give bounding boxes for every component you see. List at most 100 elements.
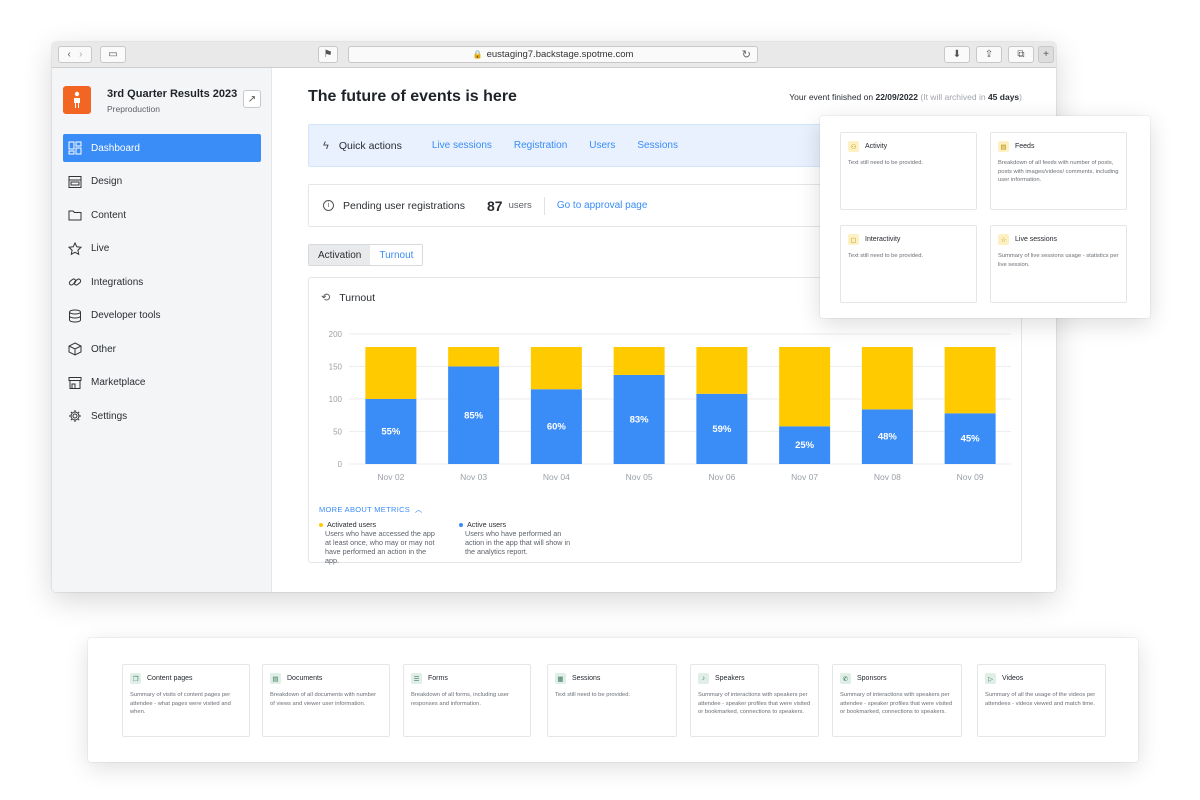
x-tick-label: Nov 02	[377, 472, 404, 482]
chevron-up-icon: ︿	[412, 505, 423, 514]
card-title: Sponsors	[857, 675, 887, 682]
sidebar-item-developer-tools[interactable]: Developer tools	[63, 302, 261, 330]
metric-card-live-sessions[interactable]: ☆ Live sessions Summary of live sessions …	[990, 225, 1127, 303]
tab-activation[interactable]: Activation	[309, 245, 371, 265]
card-desc: Text still need to be provided.	[848, 253, 924, 259]
card-desc: Breakdown of all documents with number o…	[270, 692, 377, 707]
bar-data-label: 85%	[464, 410, 484, 421]
turnout-icon: ⟲	[321, 292, 331, 304]
card-title: Content pages	[147, 675, 193, 682]
bar-segment	[613, 347, 665, 375]
download-button[interactable]: ⬇	[944, 46, 970, 63]
tabs-button[interactable]: ⧉	[1008, 46, 1034, 63]
sidebar-item-dashboard[interactable]: Dashboard	[63, 134, 261, 162]
sidebar-item-label: Design	[91, 176, 123, 187]
reload-icon[interactable]: ↻	[742, 48, 751, 61]
card-title: Documents	[287, 675, 323, 682]
sidebar: 3rd Quarter Results 2023 Preproduction ↗…	[52, 68, 272, 592]
metric-card-activity[interactable]: ⚇ Activity Text still need to be provided…	[840, 132, 977, 210]
y-tick-label: 150	[329, 363, 343, 372]
sidebar-toggle-button[interactable]: ▭	[100, 46, 126, 63]
card-title: Interactivity	[865, 236, 901, 243]
page-title: The future of events is here	[308, 88, 517, 105]
lock-icon: 🔒	[472, 50, 483, 59]
x-tick-label: Nov 06	[708, 472, 735, 482]
quick-actions-label: Quick actions	[338, 139, 402, 152]
sidebar-item-content[interactable]: Content	[63, 201, 261, 229]
archive-note-suffix: )	[1019, 92, 1022, 102]
extension-icon: ⚑	[323, 49, 333, 60]
x-tick-label: Nov 05	[626, 472, 653, 482]
share-button[interactable]: ⇪	[976, 46, 1002, 63]
quick-link-registration[interactable]: Registration	[514, 140, 567, 151]
share-icon: ⇪	[984, 49, 994, 60]
extension-button[interactable]: ⚑	[318, 46, 338, 63]
card-desc: Summary of all the usage of the videos p…	[985, 692, 1096, 707]
metric-card-documents[interactable]: ▤ Documents Breakdown of all documents wi…	[262, 664, 390, 737]
bar-segment	[448, 347, 500, 367]
quick-link-users[interactable]: Users	[589, 140, 615, 151]
turnout-card: ⟲ Turnout 0 50 100 150 200 55% Nov 02 85% Nov 03…	[308, 277, 1022, 565]
tabs-icon: ⧉	[1017, 49, 1025, 60]
metric-card-sponsors[interactable]: ✆ Sponsors Summary of interactions with s…	[832, 664, 962, 737]
card-desc: Summary of interactions with speakers pe…	[698, 692, 811, 715]
legend-title: Active users	[467, 520, 507, 529]
feed-icon: ▤	[998, 141, 1009, 152]
browser-titlebar: ‹ › ▭ ⚑ 🔒 eustaging7.backstage.spotme.co…	[52, 42, 1056, 68]
person-icon	[74, 91, 80, 108]
sidebar-nav: Dashboard Design Content Live Integratio…	[52, 134, 271, 430]
metric-card-forms[interactable]: ☰ Forms Breakdown of all forms, including…	[403, 664, 531, 737]
sidebar-item-label: Integrations	[91, 276, 144, 288]
sidebar-item-integrations[interactable]: Integrations	[63, 268, 261, 296]
sidebar-item-other[interactable]: Other	[63, 335, 261, 363]
card-title: Videos	[1002, 675, 1024, 682]
metric-card-interactivity[interactable]: ▢ Interactivity Text still need to be pro…	[840, 225, 977, 303]
info-icon: i	[323, 200, 334, 211]
bar-segment	[530, 347, 582, 390]
back-icon[interactable]: ‹	[67, 49, 70, 60]
video-icon: ▷	[985, 673, 996, 684]
bar-segment	[944, 347, 996, 414]
bar-data-label: 83%	[630, 414, 650, 425]
open-external-button[interactable]: ↗	[243, 90, 261, 108]
metric-card-feeds[interactable]: ▤ Feeds Breakdown of all feeds with numbe…	[990, 132, 1127, 210]
legend-dot	[459, 523, 463, 528]
database-icon	[68, 309, 82, 323]
dashboard-icon	[68, 141, 82, 155]
sidebar-item-live[interactable]: Live	[63, 235, 261, 263]
forward-icon[interactable]: ›	[79, 49, 82, 60]
back-forward-buttons[interactable]: ‹ ›	[58, 46, 92, 63]
sidebar-item-marketplace[interactable]: Marketplace	[63, 369, 261, 397]
quick-link-live-sessions[interactable]: Live sessions	[432, 140, 492, 151]
new-tab-button[interactable]: +	[1038, 46, 1054, 63]
sidebar-item-design[interactable]: Design	[63, 168, 261, 196]
approval-page-link[interactable]: Go to approval page	[557, 200, 648, 211]
sidebar-item-settings[interactable]: Settings	[63, 402, 261, 430]
star-icon: ☆	[998, 234, 1009, 245]
metric-card-sessions[interactable]: ▦ Sessions Text still need to be provided…	[547, 664, 677, 737]
bar-segment	[696, 347, 748, 394]
document-icon: ▤	[270, 673, 281, 684]
chart-toggle: Activation Turnout	[308, 244, 424, 266]
y-tick-label: 200	[329, 330, 343, 339]
sidebar-item-label: Live	[91, 243, 110, 254]
metric-card-videos[interactable]: ▷ Videos Summary of all the usage of the …	[977, 664, 1106, 737]
pages-icon: ❐	[130, 673, 141, 684]
event-header: 3rd Quarter Results 2023 Preproduction ↗	[52, 68, 271, 130]
address-bar[interactable]: 🔒 eustaging7.backstage.spotme.com ↻	[348, 46, 758, 63]
turnout-title: Turnout	[339, 291, 376, 304]
link-icon	[68, 275, 82, 289]
card-title: Feeds	[1015, 143, 1035, 150]
metric-card-speakers[interactable]: ♪ Speakers Summary of interactions with s…	[690, 664, 819, 737]
quick-link-sessions[interactable]: Sessions	[637, 140, 678, 151]
metric-card-content-pages[interactable]: ❐ Content pages Summary of visits of cont…	[122, 664, 250, 737]
sidebar-item-label: Content	[91, 209, 127, 221]
legend-desc: Users who have accessed the app at least…	[325, 529, 435, 565]
y-tick-label: 100	[329, 395, 343, 404]
sponsor-icon: ✆	[840, 673, 851, 684]
store-icon	[68, 376, 82, 390]
download-icon: ⬇	[952, 49, 962, 60]
y-tick-label: 50	[333, 428, 342, 437]
tab-turnout[interactable]: Turnout	[370, 245, 423, 265]
more-about-metrics-link[interactable]: MORE ABOUT METRICS ︿	[319, 504, 423, 515]
